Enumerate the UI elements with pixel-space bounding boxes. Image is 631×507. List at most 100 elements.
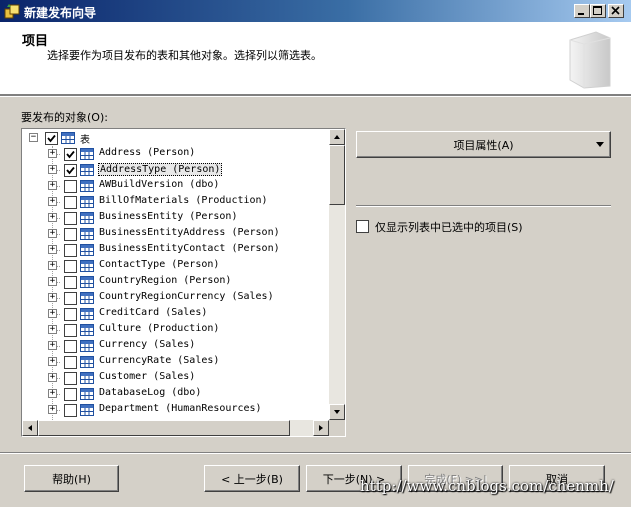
item-checkbox[interactable] — [64, 340, 77, 353]
expand-icon[interactable]: + — [48, 357, 57, 366]
tree-item-label: ContactType (Person) — [99, 259, 220, 270]
tree-row[interactable]: + Department (HumanResources) — [22, 402, 329, 418]
item-checkbox[interactable] — [64, 244, 77, 257]
expand-icon[interactable]: + — [48, 149, 57, 158]
tree-row[interactable]: + BillOfMaterials (Production) — [22, 194, 329, 210]
item-checkbox[interactable] — [64, 196, 77, 209]
item-checkbox[interactable] — [64, 164, 77, 177]
item-checkbox[interactable] — [64, 388, 77, 401]
expand-icon[interactable]: + — [48, 181, 57, 190]
close-button[interactable] — [608, 4, 624, 18]
tree-item-label: CurrencyRate (Sales) — [99, 355, 220, 366]
show-only-checked-option[interactable]: 仅显示列表中已选中的项目(S) — [356, 219, 576, 235]
scroll-up-button[interactable] — [329, 129, 345, 145]
title-bar[interactable]: 新建发布向导 — [0, 0, 631, 22]
help-button-label: 帮助(H) — [52, 472, 91, 486]
tree-row[interactable]: + CountryRegionCurrency (Sales) — [22, 290, 329, 306]
tree-row[interactable]: + CountryRegion (Person) — [22, 274, 329, 290]
expand-icon[interactable]: + — [48, 229, 57, 238]
expand-icon[interactable]: + — [48, 309, 57, 318]
objects-label: 要发布的对象(O): — [21, 111, 108, 124]
scroll-thumb[interactable] — [329, 145, 345, 205]
tree-row[interactable]: + BusinessEntityAddress (Person) — [22, 226, 329, 242]
expand-icon[interactable]: + — [48, 261, 57, 270]
item-checkbox[interactable] — [64, 228, 77, 241]
wizard-graphic-icon — [569, 31, 611, 89]
tree-item-label: DatabaseLog (dbo) — [99, 387, 202, 398]
back-button[interactable]: < 上一步(B) — [204, 465, 300, 492]
item-checkbox[interactable] — [64, 356, 77, 369]
expand-icon[interactable]: + — [48, 341, 57, 350]
back-button-label: < 上一步(B) — [221, 472, 283, 486]
tree-row[interactable]: + CreditCard (Sales) — [22, 306, 329, 322]
item-checkbox[interactable] — [64, 372, 77, 385]
minimize-button[interactable] — [574, 4, 590, 18]
table-icon — [80, 244, 94, 256]
show-only-checked-checkbox[interactable] — [356, 220, 369, 233]
tree-row[interactable]: + BusinessEntityContact (Person) — [22, 242, 329, 258]
watermark: http://www.cnblogs.com/chenmh/ — [360, 477, 614, 495]
tree-item-label: Customer (Sales) — [99, 371, 196, 382]
tree-row[interactable]: + AWBuildVersion (dbo) — [22, 178, 329, 194]
table-icon — [80, 356, 94, 368]
collapse-icon[interactable]: − — [29, 133, 38, 142]
tree-row[interactable]: + Culture (Production) — [22, 322, 329, 338]
tree-row[interactable]: + Customer (Sales) — [22, 370, 329, 386]
item-checkbox[interactable] — [64, 324, 77, 337]
expand-icon[interactable]: + — [48, 213, 57, 222]
expand-icon[interactable]: + — [48, 293, 57, 302]
tree-item-label: AWBuildVersion (dbo) — [99, 179, 220, 190]
expand-icon[interactable]: + — [48, 245, 57, 254]
tree-row[interactable]: + ContactType (Person) — [22, 258, 329, 274]
item-checkbox[interactable] — [64, 180, 77, 193]
table-icon — [80, 340, 94, 352]
page-subtitle: 选择要作为项目发布的表和其他对象。选择列以筛选表。 — [47, 49, 322, 62]
item-checkbox[interactable] — [64, 260, 77, 273]
checkmark-icon — [66, 150, 75, 159]
expand-icon[interactable]: + — [48, 197, 57, 206]
expand-icon[interactable]: + — [48, 325, 57, 334]
tree-row[interactable]: + AddressType (Person) — [22, 162, 329, 178]
table-icon — [80, 228, 94, 240]
dropdown-arrow-icon — [596, 142, 604, 147]
maximize-button[interactable] — [590, 4, 606, 18]
vertical-scrollbar[interactable] — [329, 129, 345, 420]
checkmark-icon — [47, 134, 56, 143]
expand-icon[interactable]: + — [48, 389, 57, 398]
table-icon — [80, 212, 94, 224]
item-properties-button[interactable]: 项目属性(A) — [356, 131, 611, 158]
tree-root-label: 表 — [80, 135, 90, 146]
table-icon — [80, 404, 94, 416]
item-checkbox[interactable] — [64, 148, 77, 161]
scroll-left-button[interactable] — [22, 420, 38, 436]
tree-item-label: Department (HumanResources) — [99, 403, 262, 414]
tree-row[interactable]: + CurrencyRate (Sales) — [22, 354, 329, 370]
item-checkbox[interactable] — [64, 276, 77, 289]
objects-tree[interactable]: − 表 + Address (Person) + AddressType (Perso… — [21, 128, 346, 437]
tree-item-label: BusinessEntity (Person) — [99, 211, 238, 222]
item-checkbox[interactable] — [64, 212, 77, 225]
tree-row[interactable]: + Currency (Sales) — [22, 338, 329, 354]
expand-icon[interactable]: + — [48, 277, 57, 286]
help-button[interactable]: 帮助(H) — [24, 465, 119, 492]
checkbox-root[interactable] — [45, 132, 58, 145]
close-icon — [611, 6, 620, 15]
item-checkbox[interactable] — [64, 308, 77, 321]
tree-row[interactable]: + DatabaseLog (dbo) — [22, 386, 329, 402]
tree-row[interactable]: + Address (Person) — [22, 146, 329, 162]
scroll-right-button[interactable] — [313, 420, 329, 436]
horizontal-scrollbar[interactable] — [22, 420, 329, 436]
item-checkbox[interactable] — [64, 292, 77, 305]
page-title: 项目 — [22, 34, 49, 49]
hscroll-thumb[interactable] — [38, 420, 290, 436]
expand-icon[interactable]: + — [48, 373, 57, 382]
tree-row-root[interactable]: − 表 — [22, 130, 329, 146]
table-icon — [80, 292, 94, 304]
item-checkbox[interactable] — [64, 404, 77, 417]
expand-icon[interactable]: + — [48, 165, 57, 174]
table-icon — [80, 164, 94, 176]
scroll-down-button[interactable] — [329, 404, 345, 420]
expand-icon[interactable]: + — [48, 405, 57, 414]
tree-item-label: AddressType (Person) — [98, 163, 223, 176]
tree-row[interactable]: + BusinessEntity (Person) — [22, 210, 329, 226]
